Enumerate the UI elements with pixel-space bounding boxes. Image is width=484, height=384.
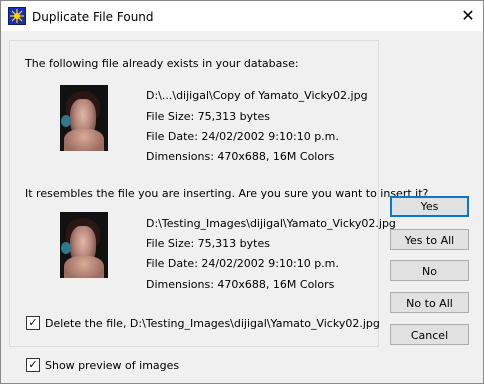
inserting-file-size: File Size: 75,313 bytes bbox=[146, 237, 270, 250]
cancel-button[interactable]: Cancel bbox=[390, 324, 469, 345]
show-preview-checkbox[interactable]: ✓ bbox=[26, 358, 40, 372]
existing-file-dimensions: Dimensions: 470x688, 16M Colors bbox=[146, 150, 335, 163]
delete-file-checkbox[interactable]: ✓ bbox=[26, 316, 40, 330]
existing-file-size: File Size: 75,313 bytes bbox=[146, 110, 270, 123]
window-title: Duplicate File Found bbox=[32, 10, 154, 24]
title-bar[interactable]: Duplicate File Found ✕ bbox=[1, 1, 483, 31]
dialog-window: Duplicate File Found ✕ The following fil… bbox=[0, 0, 484, 384]
existing-image-thumbnail bbox=[60, 85, 108, 151]
no-button[interactable]: No bbox=[390, 260, 469, 281]
yes-to-all-button[interactable]: Yes to All bbox=[390, 229, 469, 250]
starburst-app-icon bbox=[8, 7, 26, 25]
existing-message: The following file already exists in you… bbox=[25, 57, 299, 70]
delete-file-label[interactable]: Delete the file, D:\Testing_Images\dijig… bbox=[45, 317, 380, 330]
close-icon[interactable]: ✕ bbox=[453, 1, 483, 31]
file-comparison-group: The following file already exists in you… bbox=[9, 40, 428, 347]
existing-file-path: D:\...\dijigal\Copy of Yamato_Vicky02.jp… bbox=[146, 89, 368, 102]
inserting-file-dimensions: Dimensions: 470x688, 16M Colors bbox=[146, 278, 335, 291]
no-to-all-button[interactable]: No to All bbox=[390, 292, 469, 313]
yes-button[interactable]: Yes bbox=[390, 196, 469, 217]
existing-file-date: File Date: 24/02/2002 9:10:10 p.m. bbox=[146, 130, 339, 143]
show-preview-label[interactable]: Show preview of images bbox=[45, 359, 179, 372]
inserting-file-path: D:\Testing_Images\dijigal\Yamato_Vicky02… bbox=[146, 217, 396, 230]
inserting-message: It resembles the file you are inserting.… bbox=[25, 187, 429, 200]
inserting-file-date: File Date: 24/02/2002 9:10:10 p.m. bbox=[146, 257, 339, 270]
inserting-image-thumbnail bbox=[60, 212, 108, 278]
